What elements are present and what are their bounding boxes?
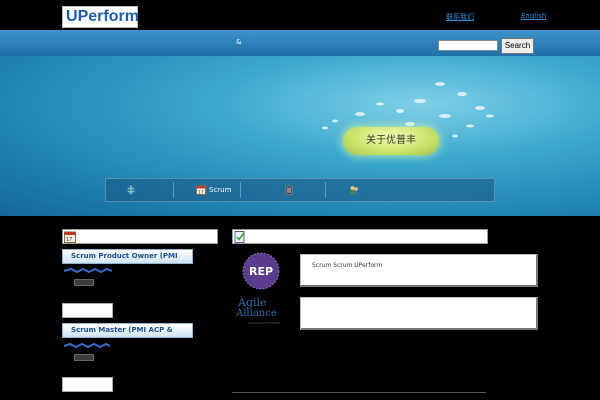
english-link[interactable]: English xyxy=(521,12,546,20)
submenu-item-community[interactable] xyxy=(349,178,362,202)
rep-badge-text: REP xyxy=(249,265,273,278)
contact-link[interactable]: 联系我们 xyxy=(446,12,474,22)
course-scrum-product-owner[interactable]: Scrum Product Owner (PMI xyxy=(62,249,193,264)
search-button[interactable]: Search xyxy=(501,38,534,54)
submenu-divider xyxy=(325,182,326,198)
checklist-icon xyxy=(234,231,246,245)
submenu-item-scrum[interactable]: 17 Scrum xyxy=(196,178,231,202)
right-section-header xyxy=(232,229,488,244)
course2-detail-button[interactable] xyxy=(74,354,94,361)
left-empty-box xyxy=(62,303,113,318)
uperform-logo[interactable]: UPerform xyxy=(62,6,139,28)
svg-text:17: 17 xyxy=(66,237,72,243)
calendar-header-icon: 17 xyxy=(64,231,76,245)
trash-icon xyxy=(284,185,294,195)
people-icon xyxy=(349,185,359,195)
search-input[interactable] xyxy=(438,40,498,51)
pmi-rep-badge: REP xyxy=(239,252,283,290)
submenu-divider xyxy=(173,182,174,198)
agile-badge-line3: CORPORATE MEMBER xyxy=(248,321,281,325)
calendar-icon: 17 xyxy=(196,185,206,196)
course2-link-scribble[interactable] xyxy=(63,341,111,350)
globe-icon xyxy=(126,185,136,195)
rep-panel-text: Scrum Scrum UPerform xyxy=(312,262,383,269)
course1-link-scribble[interactable] xyxy=(63,266,113,275)
submenu-bar xyxy=(105,178,495,202)
svg-text:17: 17 xyxy=(198,190,204,196)
left-section-header: 17 xyxy=(62,229,218,244)
logo-text-u: U xyxy=(66,8,78,25)
submenu-item-resources[interactable] xyxy=(284,178,297,202)
submenu-item-home[interactable] xyxy=(126,178,139,202)
agile-info-panel xyxy=(300,297,538,330)
right-column-divider xyxy=(232,392,486,393)
nav-ampersand-text: & xyxy=(236,38,242,46)
course1-detail-button[interactable] xyxy=(74,279,94,286)
submenu-divider xyxy=(240,182,241,198)
about-uperform-button[interactable]: 关于优普丰 xyxy=(343,127,439,155)
agile-alliance-badge: Agile Alliance CORPORATE MEMBER xyxy=(236,296,286,330)
logo-text-rest: Perform xyxy=(77,8,139,25)
left-empty-box xyxy=(62,377,113,392)
agile-badge-line2: Alliance xyxy=(236,308,277,319)
rep-info-panel xyxy=(300,254,538,287)
course-scrum-master[interactable]: Scrum Master (PMI ACP & xyxy=(62,323,193,338)
submenu-label-scrum: Scrum xyxy=(209,186,232,194)
